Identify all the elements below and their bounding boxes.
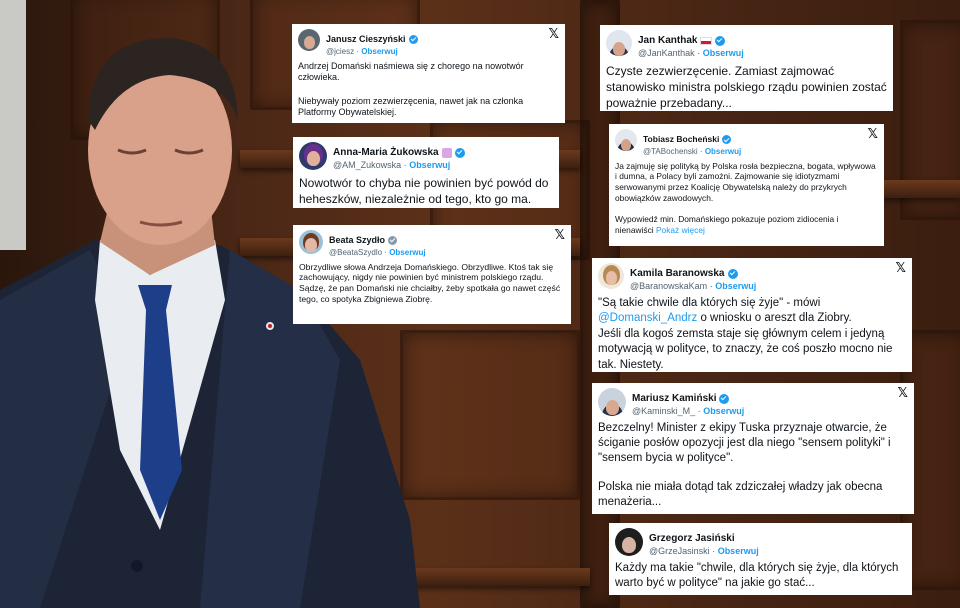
tweet-card[interactable]: Beata Szydło @BeataSzydlo · Obserwuj 𝕏 O…	[293, 225, 571, 324]
poland-flag-icon	[700, 36, 713, 45]
tweet-header: Tobiasz Bocheński @TABochenski · Obserwu…	[609, 124, 884, 157]
tweet-text: Czyste zezwierzęcenie. Zamiast zajmować …	[606, 63, 887, 111]
verified-badge-icon	[454, 147, 465, 158]
tweet-text: Andrzej Domański naśmiewa się z chorego …	[298, 60, 524, 118]
x-logo-icon[interactable]: 𝕏	[868, 127, 878, 142]
tweet-text: Ja zajmuję się polityką by Polska rosła …	[615, 160, 876, 236]
verified-badge-icon	[388, 235, 398, 245]
verified-badge-icon	[408, 34, 418, 44]
x-logo-icon[interactable]: 𝕏	[549, 27, 559, 42]
tweet-card[interactable]: Anna-Maria Żukowska @AM_Zukowska · Obser…	[293, 137, 559, 208]
author-handle[interactable]: @TABochenski	[643, 147, 698, 156]
follow-button[interactable]: Obserwuj	[705, 147, 741, 156]
tweet-card[interactable]: Grzegorz Jasiński @GrzeJasinski · Obserw…	[609, 523, 912, 595]
author-handle[interactable]: @GrzeJasinski	[649, 546, 710, 556]
follow-button[interactable]: Obserwuj	[409, 160, 450, 170]
x-logo-icon[interactable]: 𝕏	[896, 261, 906, 276]
wood-panel	[400, 330, 580, 500]
verified-badge-icon	[715, 35, 726, 46]
tweet-text: Każdy ma takie "chwile, dla których się …	[615, 561, 899, 590]
avatar[interactable]	[615, 129, 637, 151]
tweet-text: Bezczelny! Minister z ekipy Tuska przyzn…	[598, 421, 891, 509]
avatar[interactable]	[598, 388, 626, 416]
tweet-header: Anna-Maria Żukowska @AM_Zukowska · Obser…	[293, 137, 559, 171]
verified-badge-icon	[719, 393, 730, 404]
avatar[interactable]	[615, 528, 643, 556]
tweet-header: Kamila Baranowska @BaranowskaKam · Obser…	[592, 258, 912, 292]
mention-link[interactable]: @Domanski_Andrz	[598, 312, 697, 324]
verified-badge-icon	[722, 135, 732, 145]
tweet-header: Mariusz Kamiński @Kaminski_M_ · Obserwuj…	[592, 383, 914, 417]
author-name[interactable]: Anna-Maria Żukowska	[333, 147, 439, 159]
avatar[interactable]	[598, 263, 624, 289]
tweet-card[interactable]: Jan Kanthak @JanKanthak · Obserwuj Czyst…	[600, 25, 893, 111]
follow-button[interactable]: Obserwuj	[715, 281, 756, 291]
follow-button[interactable]: Obserwuj	[703, 48, 744, 58]
author-handle[interactable]: @BeataSzydlo	[329, 248, 382, 257]
follow-button[interactable]: Obserwuj	[718, 546, 759, 556]
follow-button[interactable]: Obserwuj	[389, 248, 425, 257]
avatar[interactable]	[299, 230, 323, 254]
tweet-text: "Są takie chwile dla których się żyje" -…	[598, 296, 893, 371]
tweet-card[interactable]: Janusz Cieszyński @jciesz · Obserwuj 𝕏 A…	[292, 24, 565, 123]
tweet-card[interactable]: Kamila Baranowska @BaranowskaKam · Obser…	[592, 258, 912, 372]
woman-technologist-emoji-icon	[441, 147, 452, 158]
author-name[interactable]: Tobiasz Bocheński	[643, 134, 719, 145]
author-name[interactable]: Janusz Cieszyński	[326, 34, 406, 44]
tweet-text: Obrzydliwe słowa Andrzeja Domańskiego. O…	[299, 261, 561, 304]
author-name[interactable]: Jan Kanthak	[638, 35, 697, 47]
follow-button[interactable]: Obserwuj	[703, 406, 744, 416]
tweet-card[interactable]: Mariusz Kamiński @Kaminski_M_ · Obserwuj…	[592, 383, 914, 514]
x-logo-icon[interactable]: 𝕏	[898, 386, 908, 401]
tweet-header: Jan Kanthak @JanKanthak · Obserwuj	[600, 25, 893, 59]
author-handle[interactable]: @JanKanthak	[638, 48, 695, 58]
author-name[interactable]: Kamila Baranowska	[630, 268, 725, 280]
show-more-link[interactable]: Pokaż więcej	[656, 225, 705, 235]
tweet-card[interactable]: Tobiasz Bocheński @TABochenski · Obserwu…	[609, 124, 884, 246]
tweet-header: Grzegorz Jasiński @GrzeJasinski · Obserw…	[609, 523, 912, 557]
author-name[interactable]: Mariusz Kamiński	[632, 393, 716, 405]
author-handle[interactable]: @jciesz	[326, 47, 354, 56]
avatar[interactable]	[299, 142, 327, 170]
verified-badge-icon	[727, 268, 738, 279]
author-handle[interactable]: @AM_Zukowska	[333, 160, 401, 170]
avatar[interactable]	[298, 29, 320, 51]
author-name[interactable]: Grzegorz Jasiński	[649, 533, 735, 545]
tweet-text: Nowotwór to chyba nie powinien być powód…	[299, 175, 549, 206]
tweet-header: Beata Szydło @BeataSzydlo · Obserwuj 𝕏	[293, 225, 571, 258]
author-name[interactable]: Beata Szydło	[329, 235, 385, 245]
follow-button[interactable]: Obserwuj	[361, 47, 397, 56]
tweet-header: Janusz Cieszyński @jciesz · Obserwuj 𝕏	[292, 24, 565, 57]
author-handle[interactable]: @Kaminski_M_	[632, 406, 695, 416]
x-logo-icon[interactable]: 𝕏	[555, 228, 565, 243]
author-handle[interactable]: @BaranowskaKam	[630, 281, 707, 291]
avatar[interactable]	[606, 30, 632, 56]
